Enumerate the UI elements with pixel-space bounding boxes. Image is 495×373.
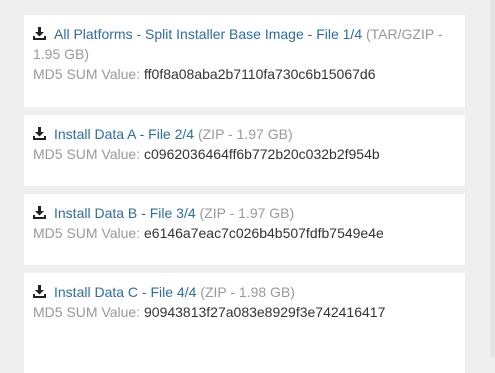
download-card: Install Data A - File 2/4 (ZIP - 1.97 GB…	[24, 115, 465, 186]
download-link[interactable]: Install Data A - File 2/4	[54, 126, 194, 142]
download-icon[interactable]	[33, 127, 46, 140]
download-icon[interactable]	[33, 285, 46, 298]
md5-line: MD5 SUM Value: 90943813f27a083e8929f3e74…	[33, 302, 455, 322]
scrollbar-track[interactable]	[490, 0, 495, 357]
next-card-partial	[24, 343, 465, 373]
download-title-line: All Platforms - Split Installer Base Ima…	[33, 24, 455, 64]
download-title-line: Install Data B - File 3/4 (ZIP - 1.97 GB…	[33, 203, 455, 223]
md5-value: c0962036464ff6b772b20c032b2f954b	[144, 146, 380, 162]
download-link[interactable]: All Platforms - Split Installer Base Ima…	[54, 26, 362, 42]
md5-label: MD5 SUM Value:	[33, 66, 141, 82]
file-type-size: (ZIP - 1.98 GB)	[200, 284, 295, 300]
md5-value: 90943813f27a083e8929f3e742416417	[144, 304, 386, 320]
download-title-line: Install Data C - File 4/4 (ZIP - 1.98 GB…	[33, 282, 455, 302]
page: { "downloads": [ { "title": "All Platfor…	[0, 0, 495, 373]
download-link[interactable]: Install Data C - File 4/4	[54, 284, 196, 300]
file-type-size: (ZIP - 1.97 GB)	[197, 126, 293, 142]
md5-value: ff0f8a08aba2b7110fa730c6b15067d6	[144, 66, 376, 82]
md5-label: MD5 SUM Value:	[33, 304, 141, 320]
md5-line: MD5 SUM Value: c0962036464ff6b772b20c032…	[33, 144, 455, 164]
download-card: Install Data B - File 3/4 (ZIP - 1.97 GB…	[24, 194, 465, 265]
md5-line: MD5 SUM Value: e6146a7eac7c026b4b507fdfb…	[33, 223, 455, 243]
md5-label: MD5 SUM Value:	[33, 225, 141, 241]
download-icon[interactable]	[33, 206, 46, 219]
md5-line: MD5 SUM Value: ff0f8a08aba2b7110fa730c6b…	[33, 64, 455, 84]
md5-label: MD5 SUM Value:	[33, 146, 141, 162]
md5-value: e6146a7eac7c026b4b507fdfb7549e4e	[144, 225, 384, 241]
download-icon[interactable]	[33, 27, 46, 40]
file-type-size: (ZIP - 1.97 GB)	[199, 205, 295, 221]
download-card: Install Data C - File 4/4 (ZIP - 1.98 GB…	[24, 273, 465, 344]
download-link[interactable]: Install Data B - File 3/4	[54, 205, 196, 221]
download-card: All Platforms - Split Installer Base Ima…	[24, 15, 465, 107]
download-title-line: Install Data A - File 2/4 (ZIP - 1.97 GB…	[33, 124, 455, 144]
download-list: All Platforms - Split Installer Base Ima…	[24, 15, 465, 352]
